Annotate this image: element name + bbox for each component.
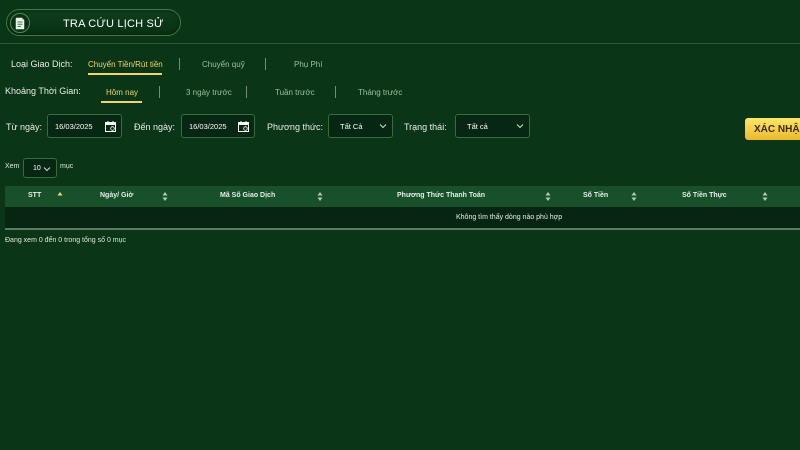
status-select[interactable]: Tất cả [455, 114, 530, 138]
column-header-amount[interactable]: Số Tiền [583, 192, 608, 199]
tab-separator [179, 58, 180, 70]
tab-fund-transfer[interactable]: Chuyển quỹ [202, 60, 245, 69]
transaction-type-label: Loại Giao Dịch: [11, 59, 73, 69]
sort-asc-icon[interactable] [57, 191, 63, 202]
sort-icon[interactable] [545, 191, 551, 202]
page-title: TRA CỨU LỊCH SỬ [63, 18, 164, 30]
sort-icon[interactable] [162, 191, 168, 202]
status-label: Trạng thái: [404, 122, 447, 132]
chevron-down-icon [379, 124, 387, 129]
method-select[interactable]: Tất Cả [328, 114, 393, 138]
column-header-actual-amount[interactable]: Số Tiền Thực [682, 192, 727, 199]
status-value: Tất cả [467, 121, 488, 131]
page-size-select[interactable]: 10 [23, 158, 57, 178]
tab-3-days[interactable]: 3 ngày trước [186, 88, 232, 97]
page-header: TRA CỨU LỊCH SỬ [0, 0, 800, 44]
column-header-payment-method[interactable]: Phương Thức Thanh Toán [397, 192, 485, 199]
title-pill: TRA CỨU LỊCH SỬ [6, 9, 181, 36]
tab-separator [265, 58, 266, 70]
chevron-down-icon [43, 167, 51, 172]
tab-separator [159, 86, 160, 98]
method-value: Tất Cả [340, 121, 363, 131]
calendar-icon[interactable] [105, 121, 116, 132]
chevron-down-icon [516, 124, 524, 129]
sort-icon[interactable] [762, 191, 768, 202]
document-icon [10, 13, 30, 33]
sort-icon[interactable] [631, 191, 637, 202]
tab-transfer-withdraw[interactable]: Chuyển Tiền/Rút tiền [88, 60, 163, 69]
from-date-value: 16/03/2025 [55, 121, 93, 131]
tab-surcharge[interactable]: Phụ Phí [294, 60, 322, 69]
calendar-icon[interactable] [238, 121, 249, 132]
tab-separator [246, 86, 247, 98]
to-date-label: Đến ngày: [134, 122, 176, 132]
active-time-underline [101, 101, 142, 103]
table-info: Đang xem 0 đến 0 trong tổng số 0 mục [5, 237, 127, 244]
empty-table-message: Không tìm thấy dòng nào phù hợp [456, 214, 563, 221]
page-size-suffix: mục [60, 163, 74, 170]
confirm-button[interactable]: XÁC NHẬN [745, 118, 800, 140]
history-lookup-page: TRA CỨU LỊCH SỬ Loại Giao Dịch: Chuyển T… [0, 0, 800, 450]
table-body: Không tìm thấy dòng nào phù hợp [5, 207, 800, 230]
column-header-datetime[interactable]: Ngày/ Giờ [100, 192, 133, 199]
tab-separator [335, 86, 336, 98]
from-date-field[interactable]: 16/03/2025 [47, 114, 122, 138]
tab-today[interactable]: Hôm nay [106, 88, 138, 97]
active-tab-underline [88, 73, 162, 75]
tab-last-month[interactable]: Tháng trước [358, 88, 402, 97]
page-size-value: 10 [33, 164, 41, 172]
time-range-label: Khoảng Thời Gian: [5, 86, 81, 96]
method-label: Phương thức: [267, 122, 323, 132]
page-size-prefix: Xem [5, 163, 20, 170]
to-date-value: 16/03/2025 [189, 121, 227, 131]
tab-last-week[interactable]: Tuần trước [275, 88, 315, 97]
table-header: STT Ngày/ Giờ Mã Số Giao Dịch Phương Thứ… [5, 186, 800, 207]
column-header-transaction-id[interactable]: Mã Số Giao Dịch [220, 192, 275, 199]
from-date-label: Từ ngày: [6, 122, 43, 132]
to-date-field[interactable]: 16/03/2025 [181, 114, 255, 138]
sort-icon[interactable] [317, 191, 323, 202]
column-header-stt[interactable]: STT [28, 192, 41, 199]
